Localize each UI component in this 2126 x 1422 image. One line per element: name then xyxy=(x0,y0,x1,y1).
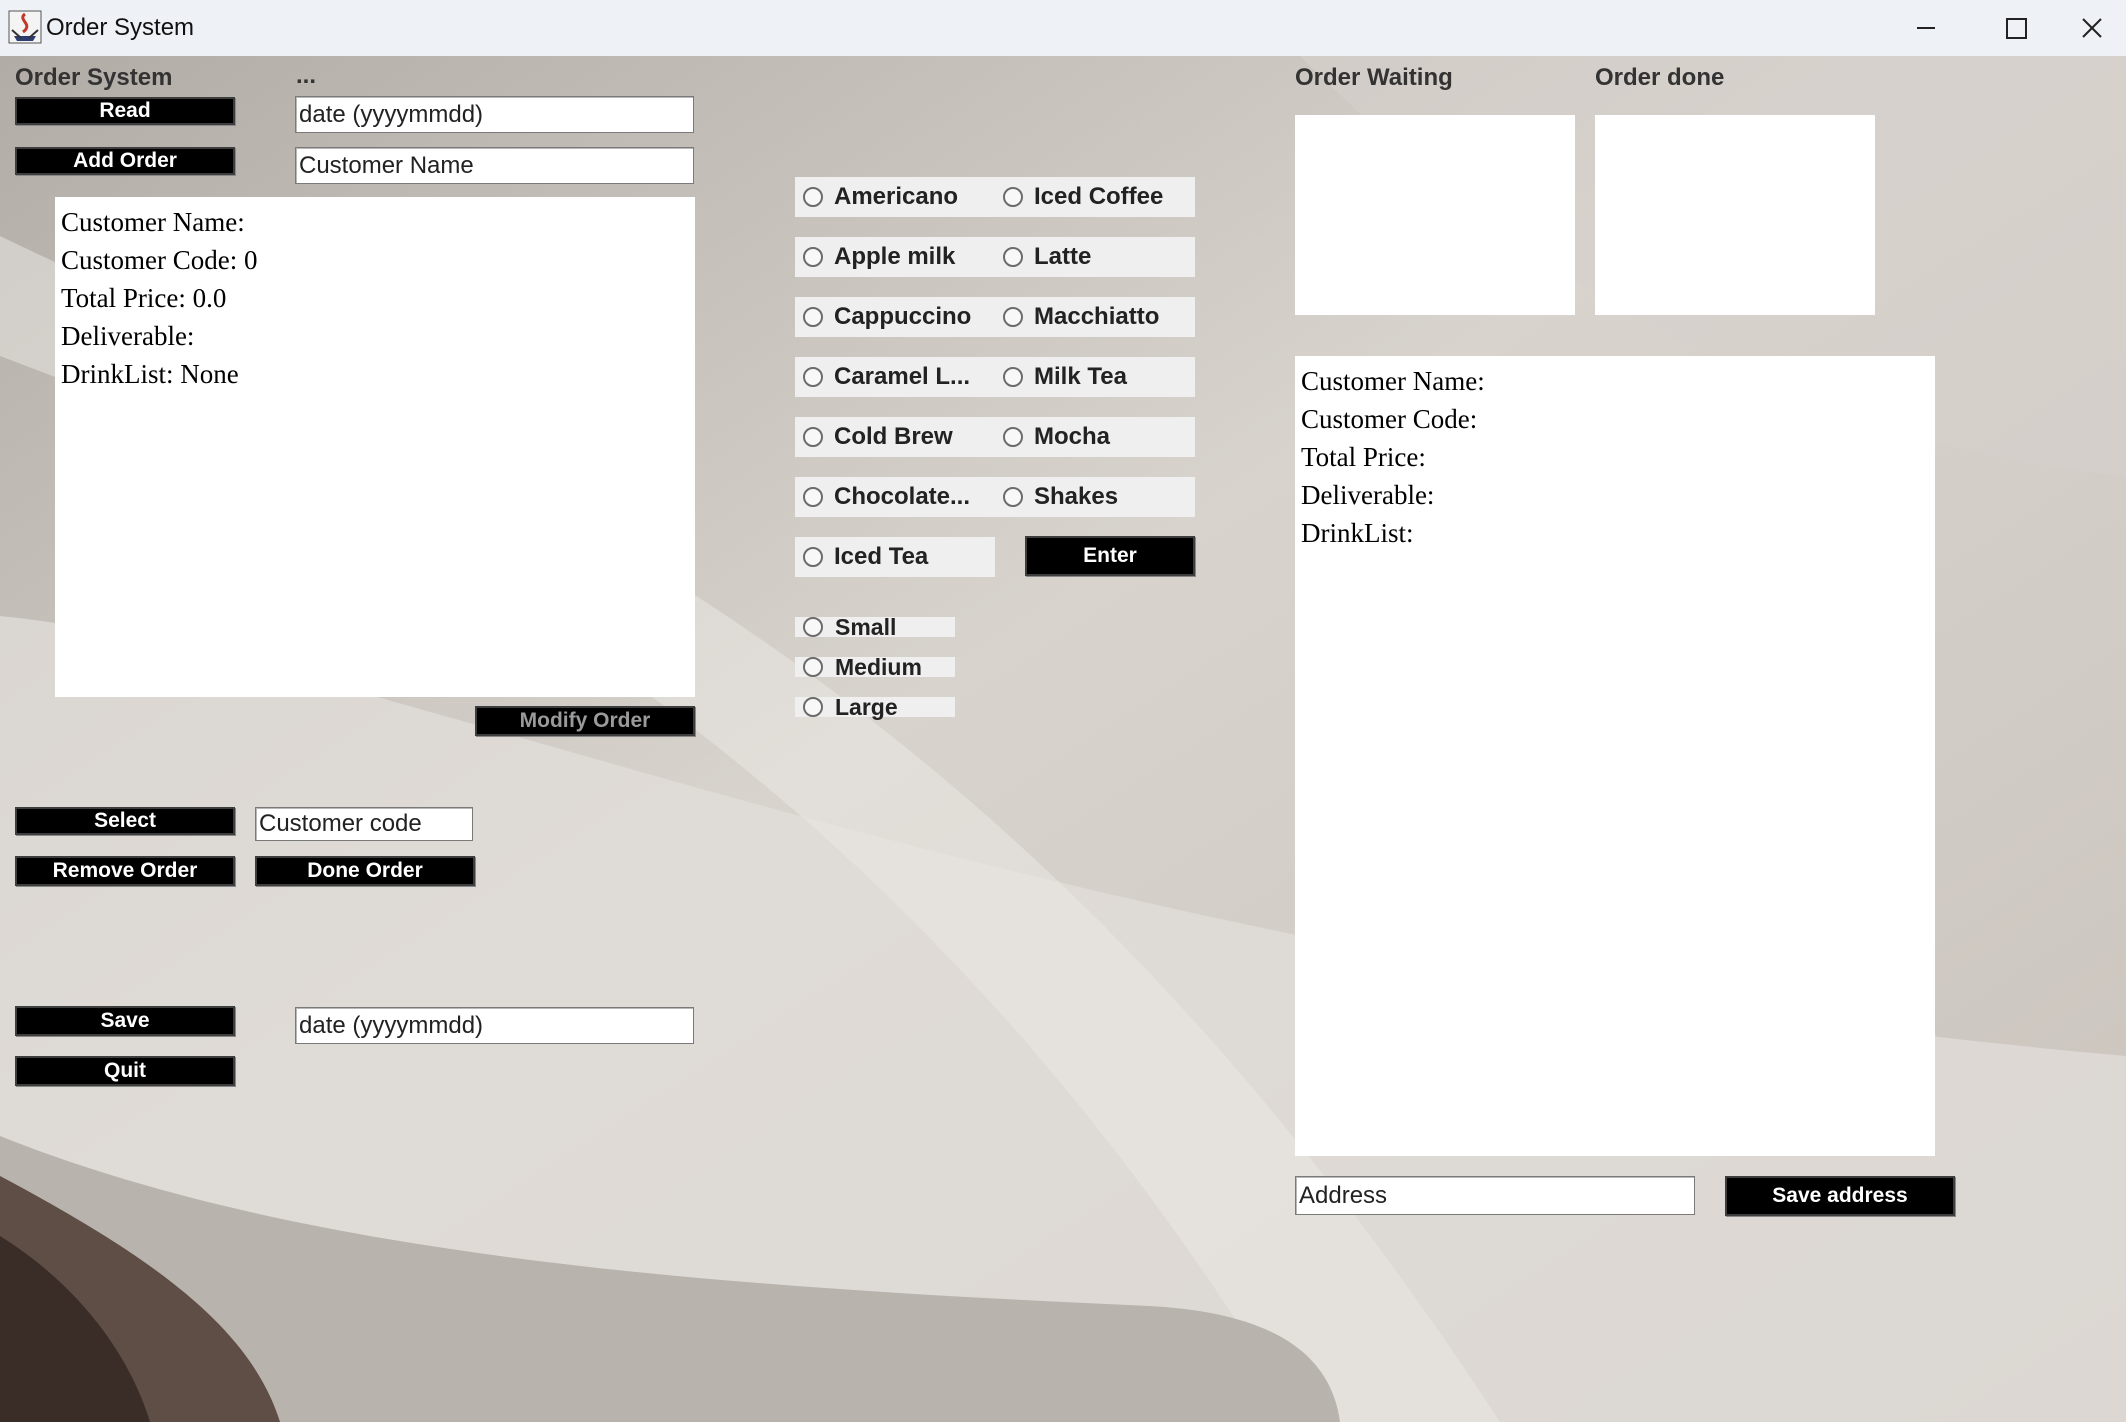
radio-icon xyxy=(803,247,823,267)
drink-option-americano[interactable]: Americano xyxy=(795,177,995,217)
radio-icon xyxy=(803,367,823,387)
radio-icon xyxy=(1003,487,1023,507)
size-option-large[interactable]: Large xyxy=(795,694,955,720)
radio-icon xyxy=(803,657,823,677)
order-info-deliverable: Deliverable: xyxy=(61,321,195,351)
drink-option-label: Chocolate... xyxy=(834,483,971,510)
details-customer-name: Customer Name: xyxy=(1301,366,1485,396)
radio-icon xyxy=(803,487,823,507)
app-heading: Order System xyxy=(15,64,173,91)
save-button[interactable]: Save xyxy=(15,1006,235,1036)
order-details-panel: Customer Name: Customer Code: Total Pric… xyxy=(1295,356,1935,1156)
radio-icon xyxy=(1003,427,1023,447)
order-waiting-label: Order Waiting xyxy=(1295,64,1453,91)
order-waiting-list[interactable] xyxy=(1295,115,1575,315)
minimize-button[interactable] xyxy=(1880,0,1970,56)
drink-option-label: Mocha xyxy=(1034,423,1111,450)
save-date-input[interactable] xyxy=(295,1007,694,1044)
drink-option-mocha[interactable]: Mocha xyxy=(995,417,1195,457)
drink-option-label: Cold Brew xyxy=(834,423,953,450)
read-button[interactable]: Read xyxy=(15,97,235,125)
size-option-medium[interactable]: Medium xyxy=(795,654,955,680)
close-icon xyxy=(2082,18,2102,38)
order-done-list[interactable] xyxy=(1595,115,1875,315)
drink-option-apple-milk[interactable]: Apple milk xyxy=(795,237,995,277)
drink-option-iced-tea[interactable]: Iced Tea xyxy=(795,537,995,577)
customer-name-input[interactable] xyxy=(295,147,694,184)
drink-option-shakes[interactable]: Shakes xyxy=(995,477,1195,517)
drink-option-latte[interactable]: Latte xyxy=(995,237,1195,277)
order-info-drinklist: DrinkList: None xyxy=(61,359,239,389)
quit-button[interactable]: Quit xyxy=(15,1056,235,1086)
order-done-label: Order done xyxy=(1595,64,1725,91)
done-order-button[interactable]: Done Order xyxy=(255,856,475,886)
drink-option-milk-tea[interactable]: Milk Tea xyxy=(995,357,1195,397)
radio-icon xyxy=(1003,367,1023,387)
details-total-price: Total Price: xyxy=(1301,442,1426,472)
drink-option-label: Latte xyxy=(1034,243,1092,270)
details-customer-code: Customer Code: xyxy=(1301,404,1478,434)
window-title: Order System xyxy=(46,14,195,41)
drink-option-iced-coffee[interactable]: Iced Coffee xyxy=(995,177,1195,217)
drink-option-label: Iced Coffee xyxy=(1034,183,1164,210)
radio-icon xyxy=(1003,187,1023,207)
details-deliverable: Deliverable: xyxy=(1301,480,1435,510)
size-option-label: Small xyxy=(835,613,897,640)
date-input[interactable] xyxy=(295,96,694,133)
radio-icon xyxy=(803,427,823,447)
size-option-label: Large xyxy=(835,693,898,720)
drink-option-label: Caramel L... xyxy=(834,363,971,390)
status-ellipsis: ... xyxy=(296,62,317,89)
radio-icon xyxy=(803,617,823,637)
title-bar: Order System xyxy=(0,0,2126,57)
java-app-icon xyxy=(8,10,42,44)
radio-icon xyxy=(803,697,823,717)
add-order-button[interactable]: Add Order xyxy=(15,147,235,175)
drink-option-macchiatto[interactable]: Macchiatto xyxy=(995,297,1195,337)
radio-icon xyxy=(803,307,823,327)
remove-order-button[interactable]: Remove Order xyxy=(15,856,235,886)
close-button[interactable] xyxy=(2060,0,2126,56)
radio-icon xyxy=(1003,307,1023,327)
enter-button[interactable]: Enter xyxy=(1025,536,1195,576)
select-button[interactable]: Select xyxy=(15,807,235,835)
drink-option-label: Americano xyxy=(834,183,959,210)
maximize-icon xyxy=(2006,18,2027,39)
order-info-customer-code: Customer Code: 0 xyxy=(61,245,258,275)
address-input[interactable] xyxy=(1295,1176,1695,1215)
drink-option-label: Milk Tea xyxy=(1034,363,1127,390)
customer-code-input[interactable] xyxy=(255,807,473,841)
order-info-total-price: Total Price: 0.0 xyxy=(61,283,227,313)
size-option-small[interactable]: Small xyxy=(795,614,955,640)
order-info-panel: Customer Name: Customer Code: 0 Total Pr… xyxy=(55,197,695,697)
drink-option-label: Shakes xyxy=(1034,483,1119,510)
drink-option-label: Iced Tea xyxy=(834,543,929,570)
radio-icon xyxy=(1003,247,1023,267)
drink-option-chocolate[interactable]: Chocolate... xyxy=(795,477,995,517)
drink-option-label: Macchiatto xyxy=(1034,303,1160,330)
drink-option-cappuccino[interactable]: Cappuccino xyxy=(795,297,995,337)
size-option-label: Medium xyxy=(835,653,922,680)
details-drinklist: DrinkList: xyxy=(1301,518,1414,548)
drink-option-label: Apple milk xyxy=(834,243,956,270)
radio-icon xyxy=(803,187,823,207)
drink-option-label: Cappuccino xyxy=(834,303,972,330)
drink-option-cold-brew[interactable]: Cold Brew xyxy=(795,417,995,457)
save-address-button[interactable]: Save address xyxy=(1725,1176,1955,1216)
modify-order-button[interactable]: Modify Order xyxy=(475,706,695,736)
order-info-customer-name: Customer Name: xyxy=(61,207,245,237)
maximize-button[interactable] xyxy=(1970,0,2060,56)
minimize-icon xyxy=(1917,27,1935,29)
drink-option-caramel-latte[interactable]: Caramel L... xyxy=(795,357,995,397)
radio-icon xyxy=(803,547,823,567)
